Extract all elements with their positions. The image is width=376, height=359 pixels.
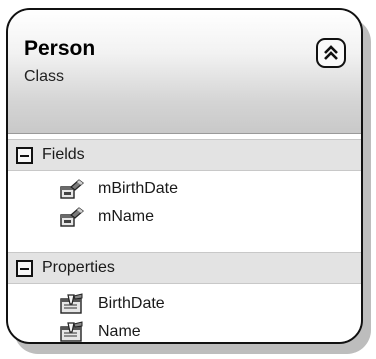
property-item-name[interactable]: Name <box>8 318 361 342</box>
section-fields-label: Fields <box>42 146 85 163</box>
section-properties-label: Properties <box>42 259 115 276</box>
field-name: mName <box>98 208 155 225</box>
chevron-double-up-icon <box>324 45 338 60</box>
property-item-birthdate[interactable]: BirthDate <box>8 290 361 318</box>
class-shape-person[interactable]: Person Class Fields mBirthDate mName Pro… <box>6 8 363 344</box>
property-icon <box>60 293 83 314</box>
section-properties[interactable]: Properties <box>8 252 361 284</box>
section-fields[interactable]: Fields <box>8 139 361 171</box>
class-header[interactable]: Person Class <box>8 10 361 134</box>
field-icon <box>60 207 84 227</box>
class-body: Fields mBirthDate mName Properties Birth… <box>8 134 361 342</box>
class-kind: Class <box>24 68 65 85</box>
collapse-button[interactable] <box>316 38 346 68</box>
property-name: Name <box>98 323 141 340</box>
minus-box-icon[interactable] <box>16 260 33 277</box>
field-name: mBirthDate <box>98 180 179 197</box>
property-name: BirthDate <box>98 295 165 312</box>
field-icon <box>60 179 84 199</box>
field-item-mname[interactable]: mName <box>8 203 361 231</box>
minus-box-icon[interactable] <box>16 147 33 164</box>
class-name: Person <box>24 37 96 60</box>
property-icon <box>60 321 83 342</box>
field-item-mbirthdate[interactable]: mBirthDate <box>8 175 361 203</box>
